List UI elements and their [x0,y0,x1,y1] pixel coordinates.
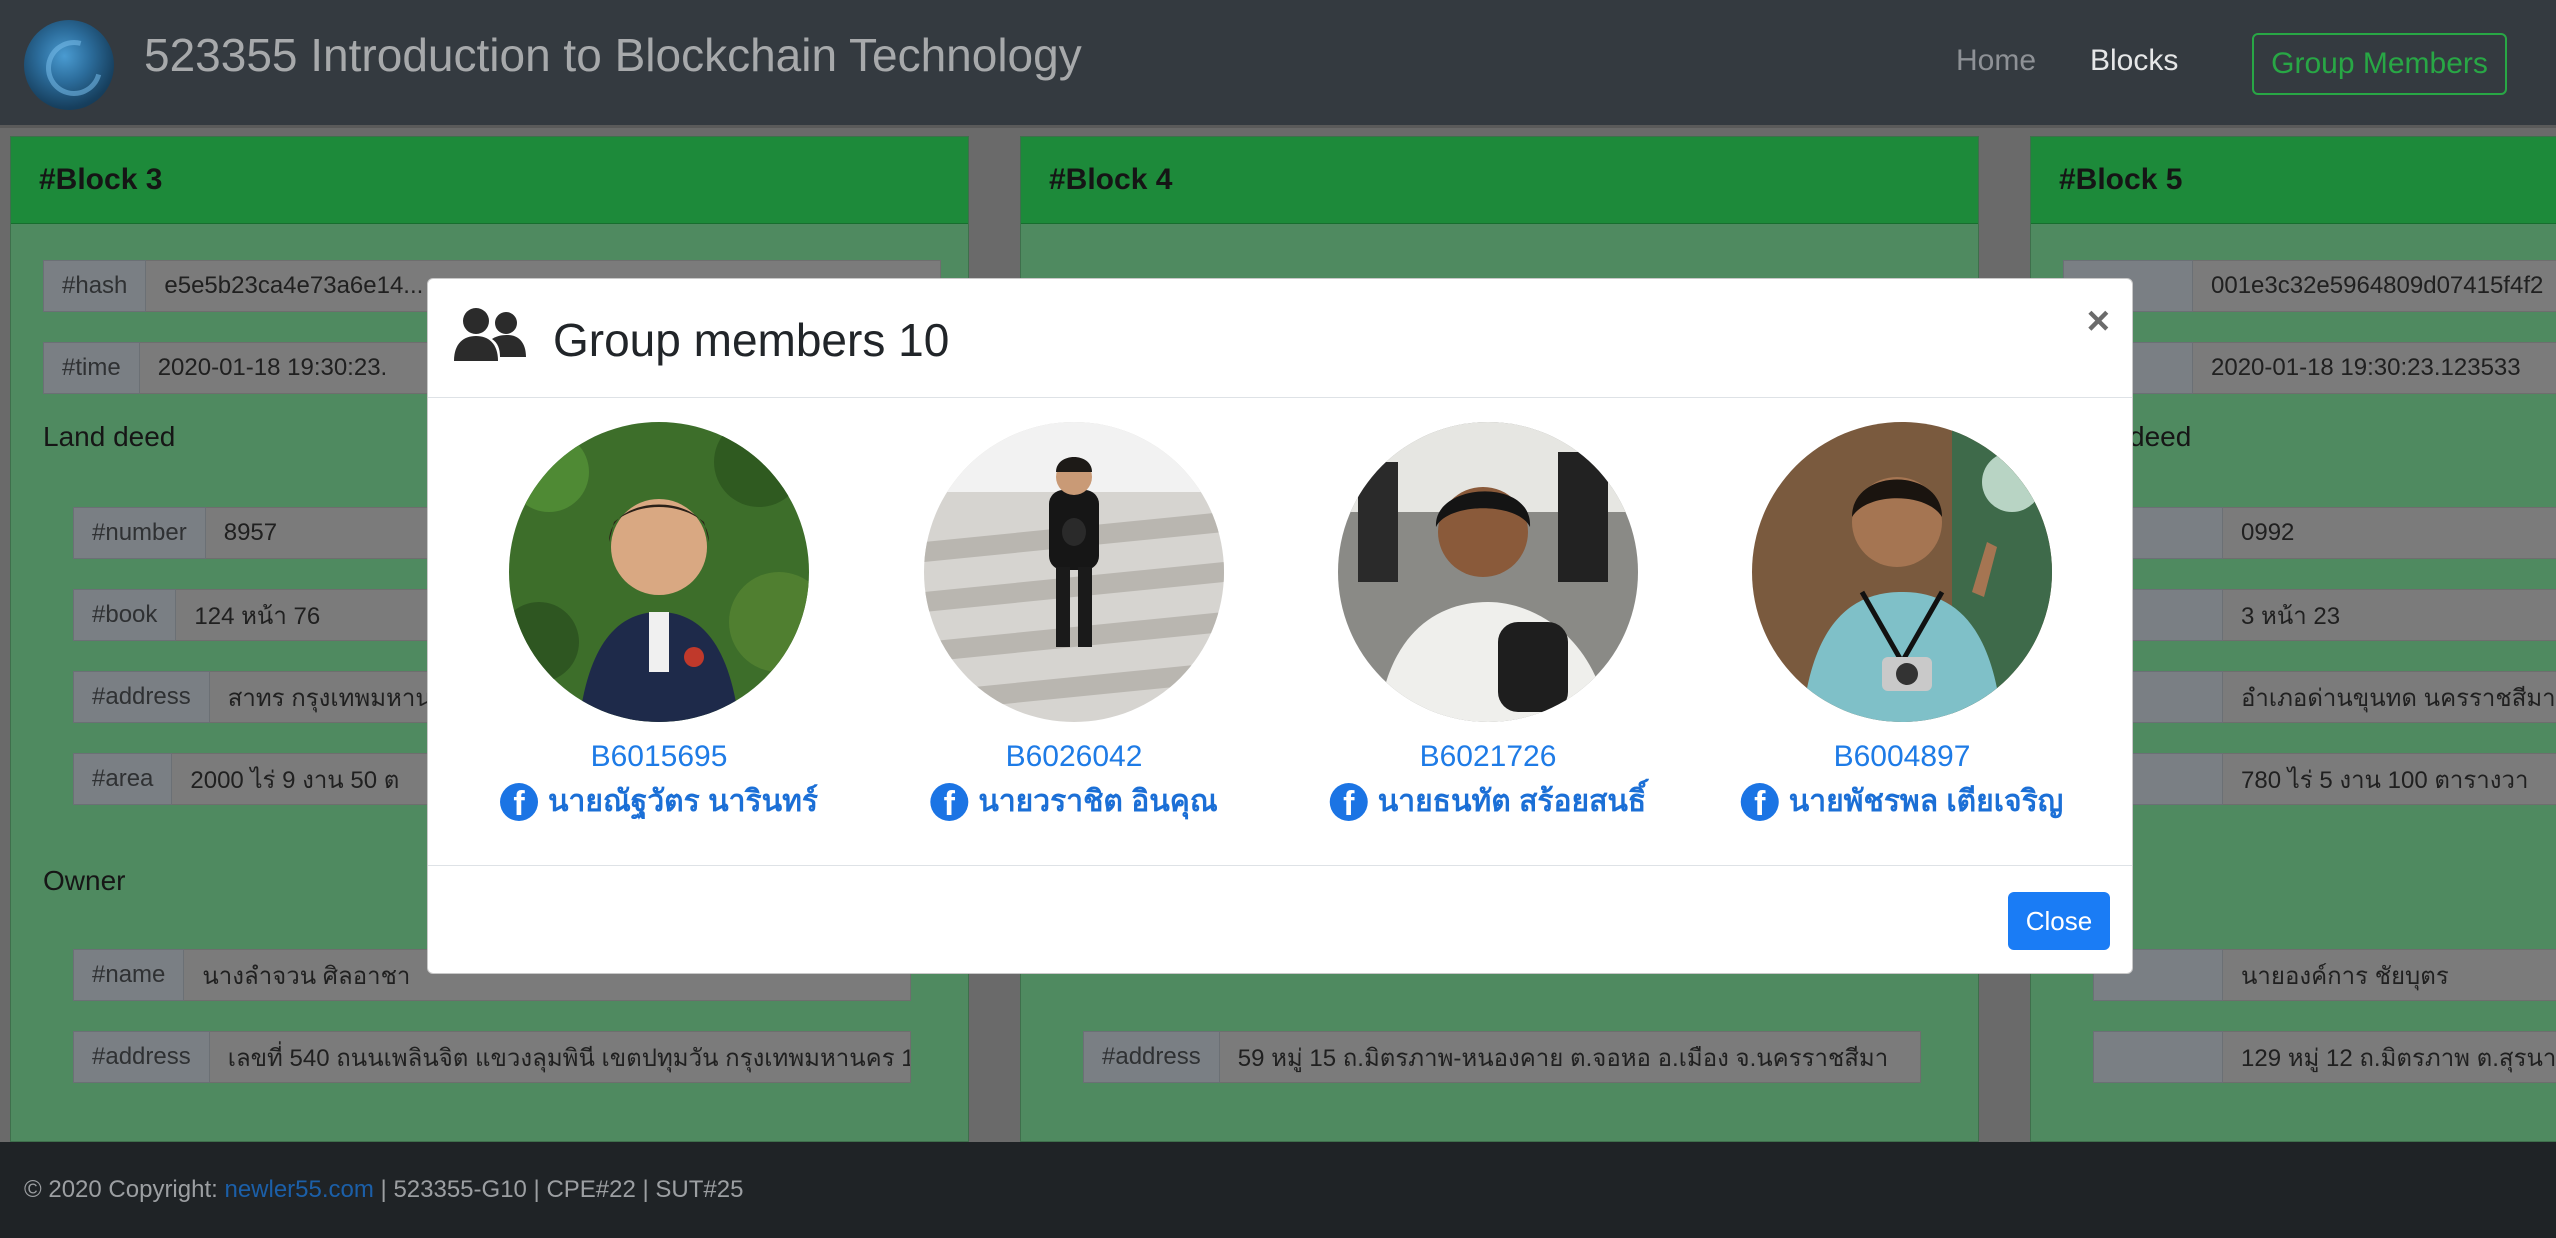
owner-address-label: #address [1083,1031,1220,1083]
owner-address-value: 59 หมู่ 15 ถ.มิตรภาพ-หนองคาย ต.จอหอ อ.เม… [1219,1031,1921,1083]
owner-name-field: นายองค์การ ชัยบุตร [2093,949,2556,1001]
area-label: #area [73,753,173,805]
group-members-button[interactable]: Group Members [2252,33,2507,95]
facebook-icon: f [930,782,969,821]
owner-address-value: 129 หมู่ 12 ถ.มิตรภาพ ต.สุรนา [2223,1031,2556,1083]
member-id-link[interactable]: B6021726 [1338,740,1638,774]
area-field: 780 ไร่ 5 งาน 100 ตารางวา [2093,753,2556,805]
land-deed-heading: Land deed [43,421,176,452]
owner-name-value: นายองค์การ ชัยบุตร [2223,949,2556,1001]
nav-home-link[interactable]: Home [1956,44,2036,78]
member-name: นายวราชิต อินคุณ [978,785,1218,818]
book-field: 3 หน้า 23 [2093,589,2556,641]
time-value: 2020-01-18 19:30:23.123533 [2193,342,2556,394]
hash-field: 001e3c32e5964809d07415f4f2 [2063,260,2556,312]
footer: © 2020 Copyright: newler55.com | 523355-… [0,1142,2556,1238]
member-name: นายณัฐวัตร นารินทร์ [548,785,818,818]
footer-suffix: | 523355-G10 | CPE#22 | SUT#25 [373,1176,744,1203]
time-field: 2020-01-18 19:30:23.123533 [2063,342,2556,394]
member-photo [509,422,809,722]
member-facebook-link[interactable]: f นายณัฐวัตร นารินทร์ [500,778,818,825]
modal-title: Group members 10 [553,314,950,366]
member-photo [1338,422,1638,722]
number-value: 0992 [2223,507,2556,559]
facebook-icon: f [500,782,539,821]
book-value: 3 หน้า 23 [2223,589,2556,641]
number-label: #number [73,507,206,559]
hash-value: 001e3c32e5964809d07415f4f2 [2193,260,2556,312]
logo[interactable] [24,20,114,110]
member-card: B6026042 f นายวราชิต อินคุณ [924,422,1224,821]
member-facebook-link[interactable]: f นายธนทัต สร้อยสนธิ์ [1329,778,1647,825]
member-photo [1752,422,2052,722]
owner-heading: Owner [43,865,126,896]
owner-address-label: #address [73,1031,210,1083]
owner-address-value: เลขที่ 540 ถนนเพลินจิต แขวงลุมพินี เขตปท… [209,1031,911,1083]
owner-name-label: #name [73,949,185,1001]
member-card: B6021726 f นายธนทัต สร้อยสนธิ์ [1329,422,1646,821]
member-facebook-link[interactable]: f นายวราชิต อินคุณ [930,778,1218,825]
navbar: 523355 Introduction to Blockchain Techno… [0,0,2556,128]
time-label: #time [43,342,140,394]
owner-address-field: #address 59 หมู่ 15 ถ.มิตรภาพ-หนองคาย ต.… [1083,1031,1921,1083]
owner-address-field: 129 หมู่ 12 ถ.มิตรภาพ ต.สุรนา [2093,1031,2556,1083]
address-label: #address [73,671,210,723]
owner-address-field: #address เลขที่ 540 ถนนเพลินจิต แขวงลุมพ… [73,1031,911,1083]
footer-prefix: © 2020 Copyright: [24,1176,225,1203]
footer-site-link[interactable]: newler55.com [224,1176,373,1203]
facebook-icon: f [1740,782,1779,821]
member-id-link[interactable]: B6004897 [1752,740,2052,774]
owner-address-label [2093,1031,2223,1083]
member-id-link[interactable]: B6015695 [509,740,809,774]
block-title: #Block 3 [11,137,968,224]
member-photo [924,422,1224,722]
address-value: อำเภอด่านขุนทด นครราชสีมา [2223,671,2556,723]
users-icon [454,308,526,361]
modal-footer: Close [428,865,2132,976]
book-label: #book [73,589,177,641]
member-name: นายธนทัต สร้อยสนธิ์ [1377,785,1647,818]
close-icon[interactable]: × [2087,301,2110,341]
nav-blocks-link[interactable]: Blocks [2090,44,2178,78]
block-title: #Block 4 [1021,137,1978,224]
modal-header: Group members 10 × [428,279,2132,398]
group-members-modal: Group members 10 × B6015695 f นายณัฐวัตร… [427,278,2133,974]
address-field: อำเภอด่านขุนทด นครราชสีมา [2093,671,2556,723]
member-name: นายพัชรพล เตียเจริญ [1788,785,2064,818]
close-button[interactable]: Close [2008,892,2110,950]
area-value: 780 ไร่ 5 งาน 100 ตารางวา [2223,753,2556,805]
member-facebook-link[interactable]: f นายพัชรพล เตียเจริญ [1740,778,2064,825]
number-field: 0992 [2093,507,2556,559]
facebook-icon: f [1329,782,1368,821]
land-deed-heading: deed [2129,421,2192,452]
member-card: B6015695 f นายณัฐวัตร นารินทร์ [500,422,818,821]
block-title: #Block 5 [2031,137,2556,224]
brand-title[interactable]: 523355 Introduction to Blockchain Techno… [144,28,1082,82]
member-id-link[interactable]: B6026042 [924,740,1224,774]
hash-label: #hash [43,260,147,312]
member-card: B6004897 f นายพัชรพล เตียเจริญ [1740,422,2063,821]
